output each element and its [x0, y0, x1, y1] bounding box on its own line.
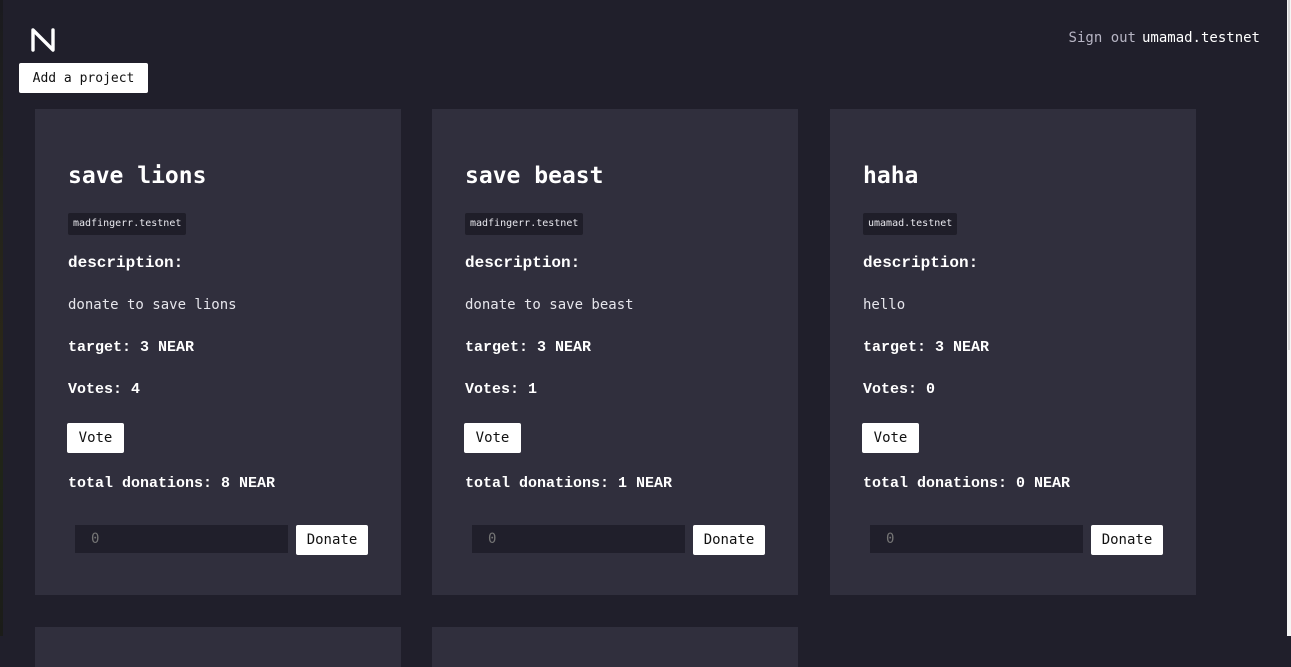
description-text: hello: [863, 297, 906, 313]
project-card: save lions madfingerr.testnet descriptio…: [35, 109, 401, 595]
window-edge: [0, 0, 3, 636]
add-project-button[interactable]: Add a project: [19, 63, 148, 93]
scrollbar-thumb[interactable]: [1288, 0, 1290, 350]
owner-badge: madfingerr.testnet: [465, 213, 584, 235]
donate-button[interactable]: Donate: [693, 525, 765, 555]
project-card: haha umamad.testnet description: hello t…: [830, 109, 1196, 595]
target-amount: target: 3 NEAR: [863, 339, 990, 356]
account-area: Sign out umamad.testnet: [1069, 30, 1260, 46]
vote-button[interactable]: Vote: [464, 423, 521, 453]
project-title: save lions: [68, 163, 207, 189]
project-card-partial: [35, 627, 401, 667]
description-label: description:: [863, 254, 979, 272]
description-label: description:: [465, 254, 581, 272]
description-label: description:: [68, 254, 184, 272]
account-name: umamad.testnet: [1141, 30, 1260, 46]
description-text: donate to save lions: [68, 297, 237, 313]
total-donations: total donations: 0 NEAR: [863, 475, 1071, 492]
owner-badge: madfingerr.testnet: [68, 213, 187, 235]
total-donations: total donations: 1 NEAR: [465, 475, 673, 492]
votes-count: Votes: 4: [68, 381, 141, 398]
near-logo-icon: [30, 27, 56, 53]
project-card: save beast madfingerr.testnet descriptio…: [432, 109, 798, 595]
page-scrollbar[interactable]: [1287, 0, 1291, 636]
vote-button[interactable]: Vote: [67, 423, 124, 453]
project-title: save beast: [465, 163, 604, 189]
near-logo-svg: [31, 28, 55, 52]
project-title: haha: [863, 163, 919, 189]
donate-button[interactable]: Donate: [296, 525, 368, 555]
owner-badge: umamad.testnet: [863, 213, 958, 235]
project-card-partial: [432, 627, 798, 667]
sign-out-button[interactable]: Sign out: [1069, 30, 1136, 46]
donation-amount-input[interactable]: [870, 525, 1083, 553]
description-text: donate to save beast: [465, 297, 634, 313]
donation-amount-input[interactable]: [75, 525, 288, 553]
votes-count: Votes: 0: [863, 381, 936, 398]
total-donations: total donations: 8 NEAR: [68, 475, 276, 492]
donate-button[interactable]: Donate: [1091, 525, 1163, 555]
donation-amount-input[interactable]: [472, 525, 685, 553]
target-amount: target: 3 NEAR: [68, 339, 195, 356]
votes-count: Votes: 1: [465, 381, 538, 398]
vote-button[interactable]: Vote: [862, 423, 919, 453]
target-amount: target: 3 NEAR: [465, 339, 592, 356]
